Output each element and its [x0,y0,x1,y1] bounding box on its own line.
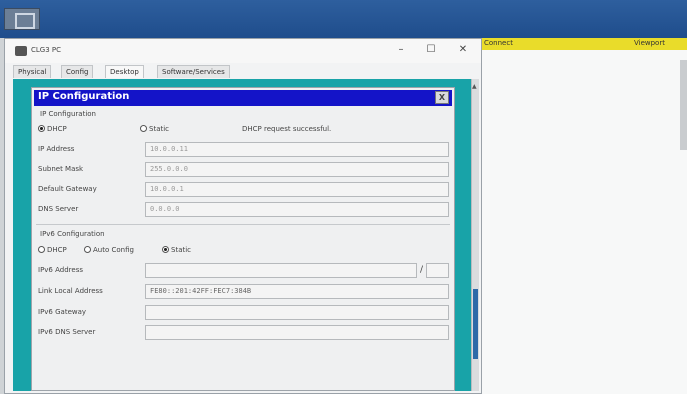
app-icon [4,8,40,30]
ip-configuration-title-bar: IP Configuration X [34,90,452,106]
ipv6-address-field[interactable] [145,263,417,278]
dns-server-field[interactable]: 0.0.0.0 [145,202,449,217]
scrollbar-thumb[interactable] [473,289,478,359]
ipv6-prefix-field[interactable] [426,263,449,278]
close-button[interactable]: ✕ [455,43,471,57]
ip-configuration-title: IP Configuration [38,91,130,102]
link-local-address-label: Link Local Address [38,287,103,295]
prefix-separator: / [420,265,424,275]
background-table-header: Connect Viewport [470,38,687,50]
static-radio-indicator [140,125,147,132]
tab-config[interactable]: Config [61,65,94,78]
app-titlebar [0,0,687,38]
ipv6-static-radio[interactable]: Static [162,246,191,254]
minimize-button[interactable]: – [393,43,409,57]
static-radio[interactable]: Static [140,125,169,133]
ipv6-section-label: IPv6 Configuration [40,230,105,238]
ipv6-static-radio-label: Static [171,246,192,254]
dhcp-status-text: DHCP request successful. [242,125,332,133]
ipv6-auto-config-radio-label: Auto Config [93,246,134,254]
tab-desktop[interactable]: Desktop [105,65,144,78]
ip-address-label: IP Address [38,145,75,153]
ip-configuration-panel: IP Configuration X IP Configuration DHCP… [31,87,455,391]
pc-window-title: CLG3 PC [31,46,61,54]
section-divider [36,224,450,225]
dhcp-radio[interactable]: DHCP [38,125,67,133]
pc-icon [15,46,27,56]
ipv6-dhcp-radio-indicator [38,246,45,253]
subnet-mask-field[interactable]: 255.0.0.0 [145,162,449,177]
viewport-header: Viewport [634,39,665,47]
ipv6-static-radio-indicator [162,246,169,253]
dhcp-radio-indicator [38,125,45,132]
ipv4-section-label: IP Configuration [40,110,96,118]
dhcp-radio-label: DHCP [47,125,67,133]
link-local-address-field[interactable]: FE80::201:42FF:FEC7:384B [145,284,449,299]
ipv6-dhcp-radio-label: DHCP [47,246,67,254]
dns-server-label: DNS Server [38,205,79,213]
ipv6-address-label: IPv6 Address [38,266,83,274]
tab-physical[interactable]: Physical [13,65,52,78]
connect-header: Connect [484,39,513,47]
vertical-scrollbar[interactable] [471,79,479,391]
ip-address-field[interactable]: 10.0.0.11 [145,142,449,157]
background-panel [470,50,687,394]
tab-software-services[interactable]: Software/Services [157,65,230,78]
pc-titlebar: CLG3 PC – ☐ ✕ [5,39,481,63]
default-gateway-field[interactable]: 10.0.0.1 [145,182,449,197]
ipv6-dhcp-radio[interactable]: DHCP [38,246,67,254]
ipv6-dns-server-label: IPv6 DNS Server [38,328,96,336]
ipv6-auto-config-radio-indicator [84,246,91,253]
ipv6-gateway-label: IPv6 Gateway [38,308,87,316]
ipv6-auto-config-radio[interactable]: Auto Config [84,246,134,254]
pc-window: CLG3 PC – ☐ ✕ Physical Config Desktop So… [4,38,482,394]
background-scrollbar[interactable] [680,60,687,150]
desktop-content: IP Configuration X IP Configuration DHCP… [13,79,475,391]
maximize-button[interactable]: ☐ [423,43,439,57]
ipv6-dns-server-field[interactable] [145,325,449,340]
static-radio-label: Static [149,125,170,133]
subnet-mask-label: Subnet Mask [38,165,84,173]
default-gateway-label: Default Gateway [38,185,97,193]
ipv6-gateway-field[interactable] [145,305,449,320]
ip-configuration-close-button[interactable]: X [435,91,449,104]
